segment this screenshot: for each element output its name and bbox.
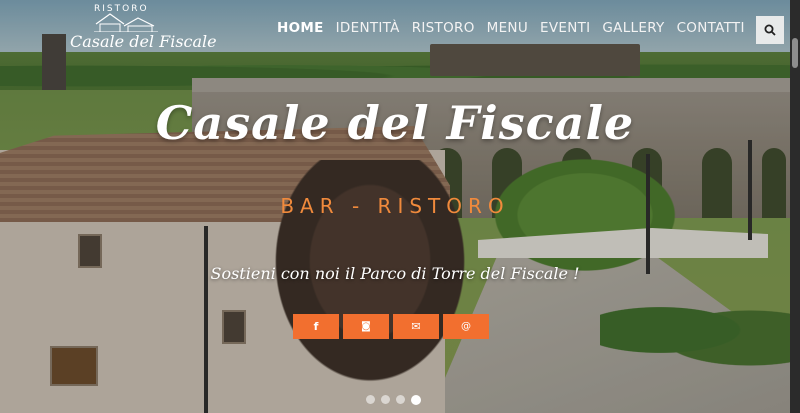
- instagram-button[interactable]: ◙: [343, 314, 389, 339]
- email-button[interactable]: ✉: [393, 314, 439, 339]
- at-icon: @: [461, 321, 471, 332]
- site-logo[interactable]: RISTORO Casale del Fiscale: [70, 4, 217, 56]
- logo-name: Casale del Fiscale: [70, 32, 217, 51]
- nav-eventi[interactable]: EVENTI: [540, 20, 590, 36]
- carousel-dot[interactable]: [381, 395, 390, 404]
- scrollbar-thumb[interactable]: [792, 38, 798, 68]
- at-button[interactable]: @: [443, 314, 489, 339]
- house-logo-icon: [94, 13, 158, 32]
- social-buttons: f ◙ ✉ @: [293, 314, 489, 339]
- search-icon: [764, 24, 776, 36]
- carousel-dot[interactable]: [366, 395, 375, 404]
- nav-gallery[interactable]: GALLERY: [602, 20, 664, 36]
- carousel-indicators: [366, 394, 421, 405]
- facebook-button[interactable]: f: [293, 314, 339, 339]
- carousel-dot-active[interactable]: [411, 394, 421, 405]
- nav-identita[interactable]: IDENTITÀ: [336, 20, 400, 36]
- search-button[interactable]: [756, 16, 784, 44]
- hero-subtitle: BAR - RISTORO: [280, 194, 510, 218]
- page-scrollbar[interactable]: [790, 0, 800, 413]
- facebook-icon: f: [313, 320, 319, 333]
- envelope-icon: ✉: [411, 320, 421, 333]
- carousel-dot[interactable]: [396, 395, 405, 404]
- hero-tagline: Sostieni con noi il Parco di Torre del F…: [210, 264, 580, 283]
- hero-title: Casale del Fiscale: [155, 96, 635, 150]
- nav-contatti[interactable]: CONTATTI: [677, 20, 745, 36]
- nav-ristoro[interactable]: RISTORO: [412, 20, 475, 36]
- nav-home[interactable]: HOME: [277, 20, 324, 36]
- instagram-icon: ◙: [361, 321, 371, 332]
- nav-menu[interactable]: MENU: [487, 20, 528, 36]
- main-navigation: HOME IDENTITÀ RISTORO MENU EVENTI GALLER…: [277, 20, 757, 36]
